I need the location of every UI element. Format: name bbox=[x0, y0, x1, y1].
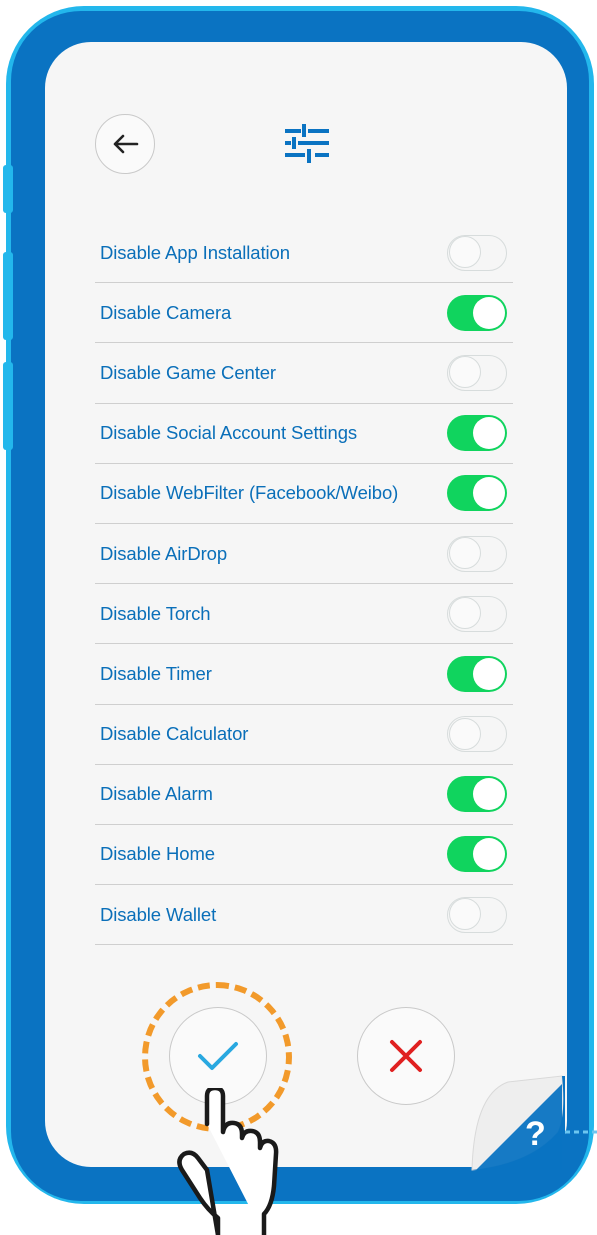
toggle-knob bbox=[449, 236, 481, 269]
setting-label: Disable Wallet bbox=[100, 903, 217, 925]
setting-label: Disable Torch bbox=[100, 602, 211, 624]
back-button[interactable] bbox=[95, 114, 155, 174]
setting-label: Disable WebFilter (Facebook/Weibo) bbox=[100, 482, 399, 504]
toggle-knob bbox=[449, 356, 481, 389]
setting-label: Disable Alarm bbox=[100, 783, 213, 805]
setting-toggle[interactable] bbox=[447, 475, 507, 512]
toggle-knob bbox=[449, 898, 481, 931]
toggle-knob bbox=[449, 537, 481, 570]
setting-toggle[interactable] bbox=[447, 535, 507, 572]
setting-row: Disable Camera bbox=[95, 283, 513, 344]
settings-list: Disable App Installation Disable Camera Di… bbox=[95, 223, 513, 946]
toggle-knob bbox=[449, 597, 481, 630]
setting-label: Disable Home bbox=[100, 843, 215, 865]
sliders-icon bbox=[285, 124, 329, 163]
setting-row: Disable Game Center bbox=[95, 343, 513, 404]
setting-row: Disable Home bbox=[95, 825, 513, 886]
setting-toggle[interactable] bbox=[447, 836, 507, 873]
toggle-knob bbox=[449, 717, 481, 750]
toggle-knob bbox=[473, 778, 505, 811]
phone-volume-up bbox=[3, 252, 13, 340]
screen: Disable App Installation Disable Camera Di… bbox=[45, 42, 567, 1167]
toggle-knob bbox=[473, 296, 505, 329]
setting-row: Disable App Installation bbox=[95, 223, 513, 284]
toggle-knob bbox=[473, 477, 505, 510]
close-icon bbox=[390, 1040, 422, 1072]
pointing-hand-icon bbox=[177, 1088, 279, 1235]
arrow-left-icon bbox=[113, 134, 139, 154]
phone-volume-down bbox=[3, 362, 13, 450]
cancel-button[interactable] bbox=[357, 1007, 455, 1105]
setting-row: Disable Social Account Settings bbox=[95, 404, 513, 464]
setting-label: Disable Social Account Settings bbox=[100, 422, 358, 444]
help-corner[interactable]: ? bbox=[470, 1074, 597, 1174]
setting-label: Disable Timer bbox=[100, 662, 212, 684]
toggle-knob bbox=[473, 417, 505, 450]
setting-row: Disable Wallet bbox=[95, 885, 513, 946]
toggle-knob bbox=[473, 838, 505, 871]
setting-label: Disable Calculator bbox=[100, 723, 249, 745]
setting-toggle[interactable] bbox=[447, 716, 507, 753]
setting-label: Disable AirDrop bbox=[100, 542, 228, 564]
setting-row: Disable WebFilter (Facebook/Weibo) bbox=[95, 464, 513, 524]
setting-toggle[interactable] bbox=[447, 234, 507, 271]
help-symbol: ? bbox=[525, 1115, 546, 1153]
setting-toggle[interactable] bbox=[447, 415, 507, 452]
setting-row: Disable AirDrop bbox=[95, 524, 513, 585]
setting-toggle[interactable] bbox=[447, 354, 507, 391]
setting-label: Disable Game Center bbox=[100, 361, 276, 383]
phone-mute-switch bbox=[3, 165, 13, 213]
setting-toggle[interactable] bbox=[447, 896, 507, 933]
setting-row: Disable Timer bbox=[95, 644, 513, 705]
setting-label: Disable App Installation bbox=[100, 241, 290, 263]
setting-toggle[interactable] bbox=[447, 595, 507, 632]
setting-row: Disable Torch bbox=[95, 584, 513, 645]
setting-row: Disable Alarm bbox=[95, 765, 513, 825]
setting-toggle[interactable] bbox=[447, 655, 507, 692]
setting-label: Disable Camera bbox=[100, 301, 232, 323]
toggle-knob bbox=[473, 657, 505, 690]
setting-toggle[interactable] bbox=[447, 294, 507, 331]
setting-row: Disable Calculator bbox=[95, 705, 513, 765]
setting-toggle[interactable] bbox=[447, 776, 507, 813]
